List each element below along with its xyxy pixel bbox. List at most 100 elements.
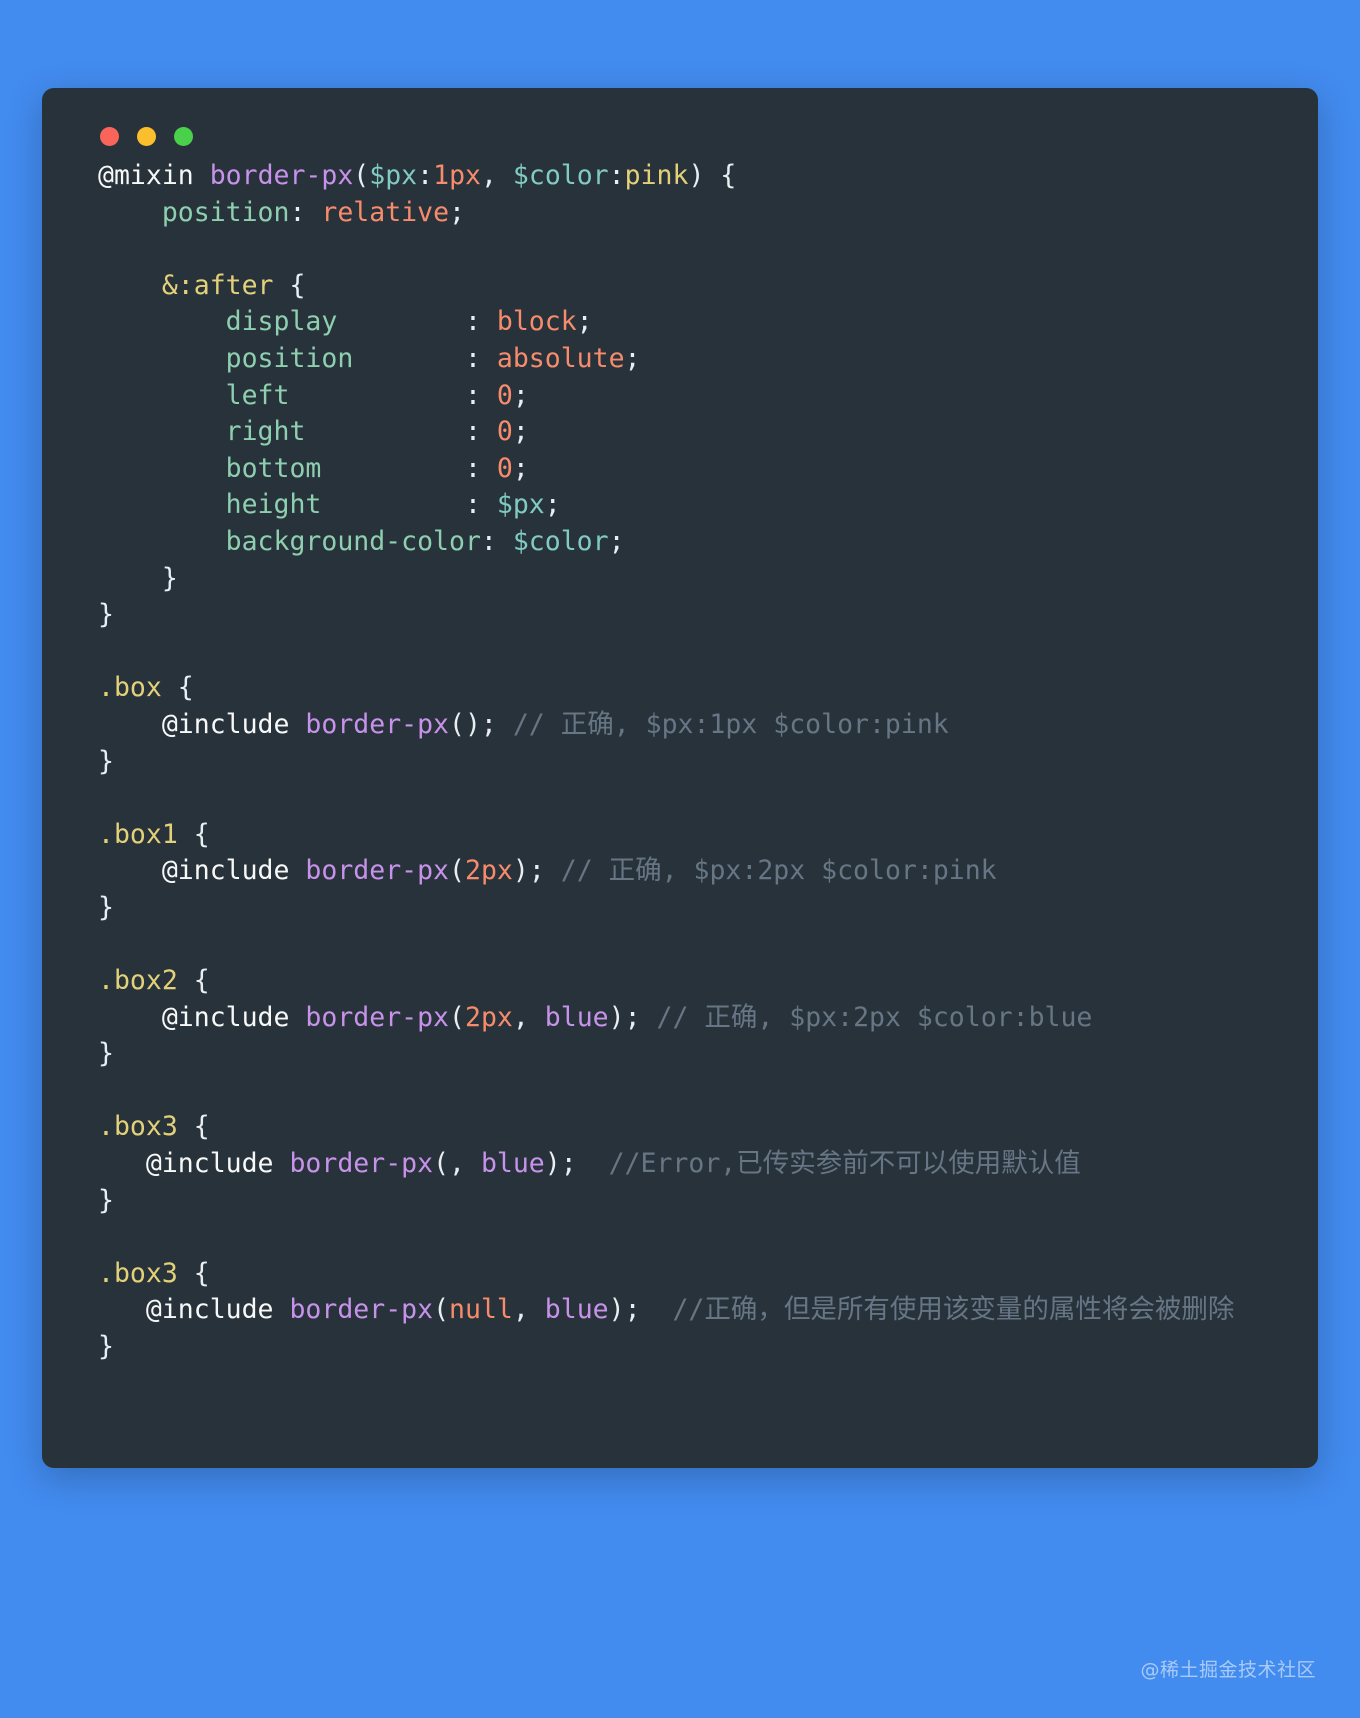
watermark-text: @稀土掘金技术社区 [1140,1659,1316,1681]
token-prop-bottom: bottom [98,452,465,484]
window-titlebar [72,114,1288,158]
code-line-17: } [98,744,1288,781]
code-line-16: @include border-px(); // 正确, $px:1px $co… [98,707,1288,744]
token-call-border-px-5: border-px [289,1294,434,1326]
page-root: @mixin border-px($px:1px, $color:pink) {… [0,0,1360,1718]
code-line-23: .box2 { [98,963,1288,1000]
token-semi-6: ; [512,452,529,484]
token-call-border-px-4: border-px [289,1148,434,1180]
token-value-relative: relative [321,196,450,228]
code-line-8: right : 0; [98,414,1288,451]
token-comment-2: // 正确, $px:2px $color:pink [544,855,997,887]
token-paren-open: ( [353,160,370,191]
token-brace-open-box3-a: { [177,1111,210,1143]
token-paren-close-4: ); [544,1148,577,1180]
token-colon-2: : [608,160,625,191]
token-paren-open-3: ( [449,1001,465,1033]
code-line-15: .box { [98,670,1288,707]
token-mixin-name: border-px [209,160,354,191]
token-brace-close-box2: } [98,1038,114,1070]
token-call-args-1: (); [449,708,497,740]
token-selector-box3-b: .box3 [98,1257,178,1289]
token-brace-open-1: { [273,269,306,301]
code-line-24: @include border-px(2px, blue); // 正确, $p… [98,1000,1288,1037]
token-brace-open-box2: { [177,965,210,997]
code-line-13: } [98,597,1288,634]
token-paren-open-4: (, [433,1148,481,1180]
token-arg-blue-2: blue [480,1148,545,1180]
token-selector-box3-a: .box3 [98,1111,178,1143]
token-prop-position-2: position [98,342,465,374]
token-selector-box: .box [98,672,162,704]
token-selector-after: &:after [98,269,274,301]
token-prop-display: display [98,306,465,338]
token-paren-close-1: ) { [688,160,737,191]
close-button-icon[interactable] [100,126,119,146]
code-window: @mixin border-px($px:1px, $color:pink) {… [42,88,1318,1468]
token-semi-8: ; [608,525,625,557]
token-at-include-3: @include [98,1001,306,1033]
code-line-5: display : block; [98,304,1288,341]
minimize-button-icon[interactable] [137,126,156,146]
token-semi-5: ; [512,416,529,448]
token-semi-7: ; [544,489,561,521]
token-at-include-1: @include [98,708,306,740]
token-colon-10: : [480,525,513,557]
token-brace-close-box: } [98,745,114,777]
token-default-pink: pink [624,160,689,191]
code-line-31: .box3 { [98,1256,1288,1293]
code-line-27: .box3 { [98,1109,1288,1146]
token-selector-box1: .box1 [98,818,178,850]
token-arg-null: null [449,1294,513,1326]
token-semi-3: ; [624,342,641,374]
token-prop-left: left [98,379,465,411]
token-value-bottom-0: 0 [496,452,513,484]
token-param-color: $color [512,160,609,191]
token-at-mixin: @mixin [98,160,194,191]
code-line-32: @include border-px(null, blue); //正确，但是所… [98,1292,1288,1329]
token-paren-open-2: ( [449,855,465,887]
code-block[interactable]: @mixin border-px($px:1px, $color:pink) {… [72,158,1288,1366]
token-colon-3: : [289,196,322,228]
token-brace-open-box: { [161,672,194,704]
token-arg-blue-1: blue [544,1001,609,1033]
token-colon-4: : [464,306,497,338]
token-prop-background-color: background-color [98,525,481,557]
token-paren-close-2: ); [512,855,545,887]
token-arg-blue-3: blue [544,1294,609,1326]
maximize-button-icon[interactable] [174,126,193,146]
code-line-20: @include border-px(2px); // 正确, $px:2px … [98,853,1288,890]
token-semi-2: ; [576,306,593,338]
token-comma-1: , [480,160,513,191]
token-default-1px: 1px [433,160,481,191]
token-colon-9: : [464,489,497,521]
code-line-25: } [98,1036,1288,1073]
token-selector-box2: .box2 [98,965,178,997]
token-arg-2px-2: 2px [464,1001,513,1033]
code-line-2: position: relative; [98,195,1288,232]
token-comment-4-error: //Error,已传实参前不可以使用默认值 [576,1148,1081,1180]
token-colon-7: : [464,416,497,448]
token-brace-close-box1: } [98,891,114,923]
token-brace-close-outer: } [98,599,114,631]
token-at-include-2: @include [98,855,306,887]
token-comma-4: , [512,1294,545,1326]
code-line-1: @mixin border-px($px:1px, $color:pink) { [98,158,1288,195]
token-value-block: block [496,306,577,338]
code-line-19: .box1 { [98,817,1288,854]
token-colon-8: : [464,452,497,484]
token-colon-5: : [464,342,497,374]
token-prop-position: position [98,196,290,228]
token-value-var-px: $px [496,489,545,521]
code-line-6: position : absolute; [98,341,1288,378]
token-paren-close-3: ); [608,1001,641,1033]
token-brace-open-box3-b: { [177,1257,210,1289]
code-line-21: } [98,890,1288,927]
code-line-4: &:after { [98,268,1288,305]
token-value-left-0: 0 [496,379,513,411]
token-colon-6: : [464,379,497,411]
